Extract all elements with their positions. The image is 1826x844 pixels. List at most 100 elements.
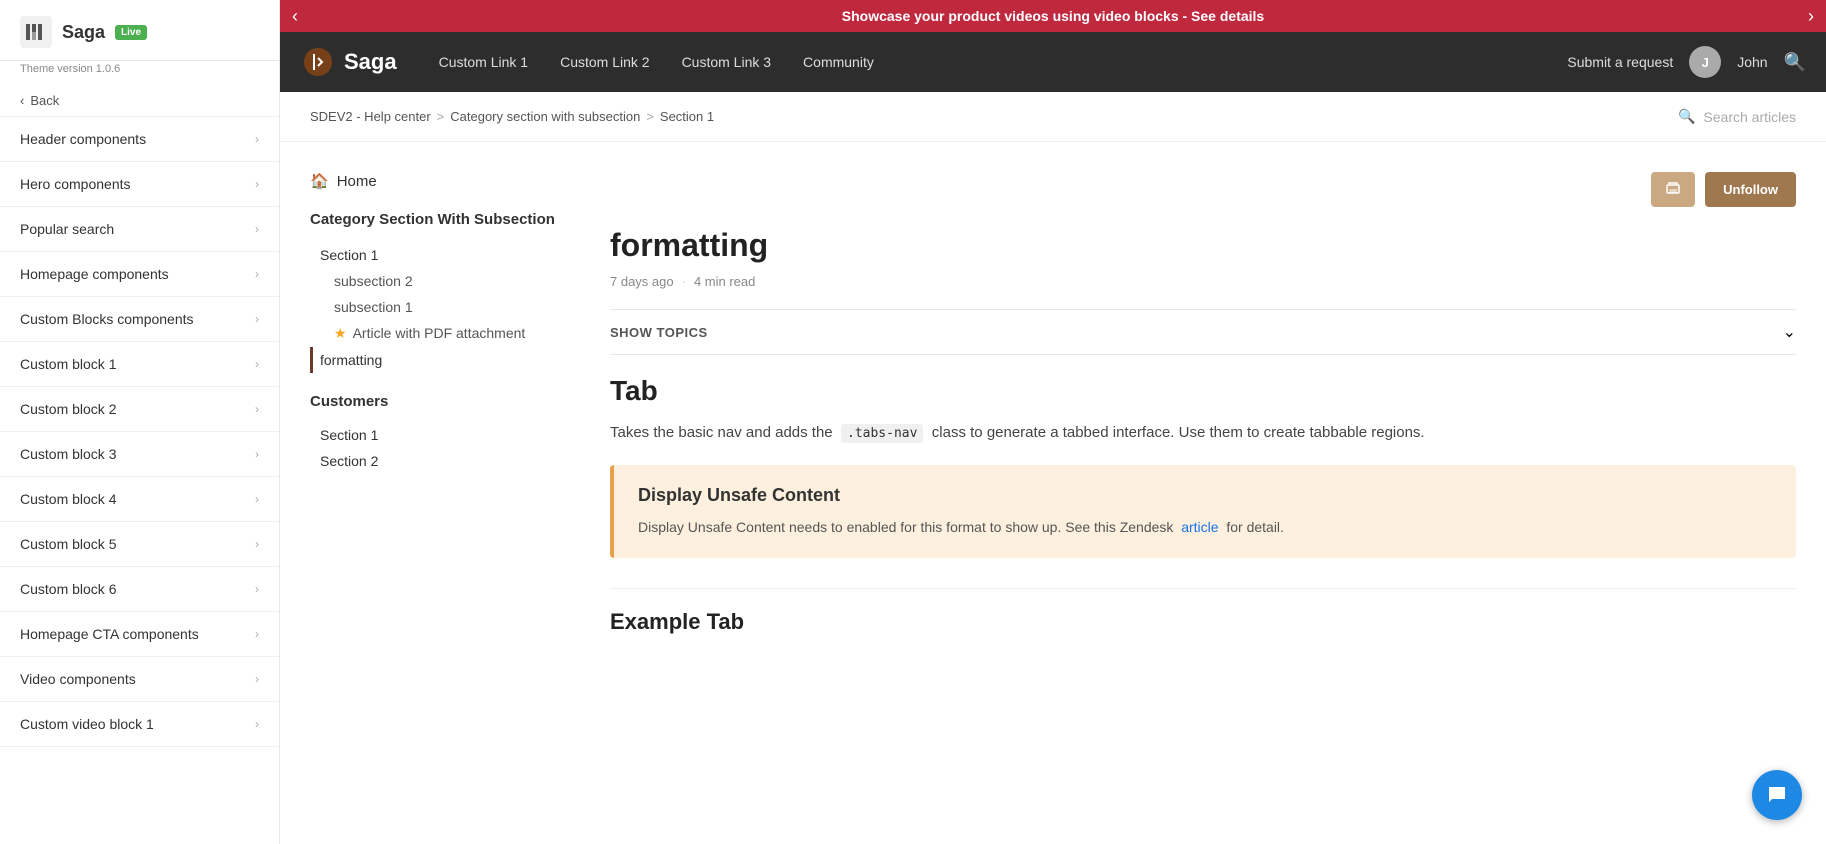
sidebar-live-badge: Live <box>115 25 147 40</box>
navbar-links: Custom Link 1 Custom Link 2 Custom Link … <box>425 46 1560 78</box>
sidebar-item-label: Header components <box>20 131 146 147</box>
content-layout: 🏠 Home Category Section With Subsection … <box>280 142 1826 665</box>
sidebar-item-custom-block-4[interactable]: Custom block 4 › <box>0 477 279 522</box>
chat-button[interactable] <box>1752 770 1802 820</box>
back-button[interactable]: ‹ Back <box>0 85 279 117</box>
show-topics-toggle[interactable]: SHOW TOPICS ⌄ <box>610 309 1796 355</box>
submit-request-link[interactable]: Submit a request <box>1567 54 1673 70</box>
sidebar-item-custom-block-1[interactable]: Custom block 1 › <box>0 342 279 387</box>
article-content: Unfollow formatting 7 days ago · 4 min r… <box>610 172 1796 635</box>
unfollow-button[interactable]: Unfollow <box>1705 172 1796 207</box>
sidebar-item-hero-components[interactable]: Hero components › <box>0 162 279 207</box>
home-link[interactable]: 🏠 Home <box>310 172 570 190</box>
navbar-link-custom-link-2[interactable]: Custom Link 2 <box>546 46 663 78</box>
sidebar-item-homepage-components[interactable]: Homepage components › <box>0 252 279 297</box>
print-button[interactable] <box>1651 172 1695 207</box>
home-label: Home <box>337 173 377 190</box>
tab-desc-text-1: Takes the basic nav and adds the <box>610 424 833 441</box>
back-label: Back <box>30 93 59 108</box>
breadcrumb-bar: SDEV2 - Help center > Category section w… <box>280 92 1826 142</box>
sidebar-item-label: Custom block 2 <box>20 401 116 417</box>
starred-article-label: Article with PDF attachment <box>353 325 526 341</box>
chevron-right-icon: › <box>255 222 259 236</box>
sidebar-item-custom-blocks-components[interactable]: Custom Blocks components › <box>0 297 279 342</box>
nav-item-customers-section-2[interactable]: Section 2 <box>310 448 570 474</box>
navbar-link-custom-link-1[interactable]: Custom Link 1 <box>425 46 542 78</box>
sidebar-item-label: Custom block 4 <box>20 491 116 507</box>
announcement-text: Showcase your product videos using video… <box>842 8 1264 24</box>
article-meta-dot: · <box>682 274 686 289</box>
breadcrumb-item-0[interactable]: SDEV2 - Help center <box>310 109 431 124</box>
article-time: 7 days ago <box>610 274 674 289</box>
breadcrumb-separator: > <box>437 109 445 124</box>
main-area: ‹ Showcase your product videos using vid… <box>280 0 1826 844</box>
search-icon: 🔍 <box>1678 108 1695 125</box>
chevron-right-icon: › <box>255 672 259 686</box>
sidebar-item-custom-video-block-1[interactable]: Custom video block 1 › <box>0 702 279 747</box>
article-read-time: 4 min read <box>694 274 755 289</box>
nav-item-customers-section-1[interactable]: Section 1 <box>310 422 570 448</box>
breadcrumb-item-1[interactable]: Category section with subsection <box>450 109 640 124</box>
customers-title: Customers <box>310 393 570 410</box>
chevron-right-icon: › <box>255 312 259 326</box>
sidebar-item-header-components[interactable]: Header components › <box>0 117 279 162</box>
sidebar-item-popular-search[interactable]: Popular search › <box>0 207 279 252</box>
sidebar-version: Theme version 1.0.6 <box>0 61 279 85</box>
section-title: Category Section With Subsection <box>310 210 570 230</box>
back-arrow-icon: ‹ <box>20 93 24 108</box>
navbar-link-custom-link-3[interactable]: Custom Link 3 <box>668 46 785 78</box>
printer-icon <box>1665 180 1681 196</box>
nav-subitem-subsection-1[interactable]: subsection 1 <box>310 294 570 320</box>
chevron-right-icon: › <box>255 492 259 506</box>
content-left-nav: 🏠 Home Category Section With Subsection … <box>310 172 570 635</box>
navbar: Saga Custom Link 1 Custom Link 2 Custom … <box>280 32 1826 92</box>
unsafe-content-title: Display Unsafe Content <box>638 485 1772 506</box>
unsafe-article-link[interactable]: article <box>1181 519 1218 535</box>
chevron-down-icon: ⌄ <box>1783 322 1796 342</box>
navbar-link-community[interactable]: Community <box>789 46 888 78</box>
sidebar-item-label: Custom block 1 <box>20 356 116 372</box>
sidebar: Saga Live Theme version 1.0.6 ‹ Back Hea… <box>0 0 280 844</box>
tab-section-title: Tab <box>610 375 1796 407</box>
sidebar-item-custom-block-3[interactable]: Custom block 3 › <box>0 432 279 477</box>
nav-subitem-subsection-2[interactable]: subsection 2 <box>310 268 570 294</box>
sidebar-item-label: Homepage components <box>20 266 169 282</box>
article-actions: Unfollow <box>610 172 1796 207</box>
chevron-right-icon: › <box>255 177 259 191</box>
breadcrumb-search[interactable]: 🔍 Search articles <box>1678 108 1796 125</box>
navbar-search-button[interactable]: 🔍 <box>1784 52 1806 73</box>
unsafe-text-2: for detail. <box>1226 519 1284 535</box>
star-icon: ★ <box>334 325 347 342</box>
nav-active-formatting[interactable]: formatting <box>310 347 570 373</box>
unsafe-content-box: Display Unsafe Content Display Unsafe Co… <box>610 465 1796 558</box>
sidebar-item-custom-block-6[interactable]: Custom block 6 › <box>0 567 279 612</box>
sidebar-item-label: Custom Blocks components <box>20 311 194 327</box>
navbar-right: Submit a request J John 🔍 <box>1567 46 1806 78</box>
user-avatar[interactable]: J <box>1689 46 1721 78</box>
sidebar-item-label: Homepage CTA components <box>20 626 199 642</box>
sidebar-item-label: Custom video block 1 <box>20 716 154 732</box>
sidebar-item-video-components[interactable]: Video components › <box>0 657 279 702</box>
article-area: SDEV2 - Help center > Category section w… <box>280 92 1826 844</box>
chevron-right-icon: › <box>255 132 259 146</box>
announcement-bar: ‹ Showcase your product videos using vid… <box>280 0 1826 32</box>
sidebar-item-custom-block-5[interactable]: Custom block 5 › <box>0 522 279 567</box>
chat-icon <box>1765 783 1789 807</box>
home-icon: 🏠 <box>310 172 329 190</box>
nav-starred-article[interactable]: ★ Article with PDF attachment <box>310 320 570 347</box>
nav-item-section-1[interactable]: Section 1 <box>310 242 570 268</box>
tab-desc-text-2: class to generate a tabbed interface. Us… <box>932 424 1425 441</box>
announcement-prev-button[interactable]: ‹ <box>280 6 310 27</box>
chevron-right-icon: › <box>255 582 259 596</box>
content-area: SDEV2 - Help center > Category section w… <box>280 92 1826 844</box>
announcement-next-button[interactable]: › <box>1796 6 1826 27</box>
chevron-right-icon: › <box>255 717 259 731</box>
sidebar-item-homepage-cta-components[interactable]: Homepage CTA components › <box>0 612 279 657</box>
sidebar-item-label: Popular search <box>20 221 114 237</box>
sidebar-item-custom-block-2[interactable]: Custom block 2 › <box>0 387 279 432</box>
unsafe-content-text: Display Unsafe Content needs to enabled … <box>638 516 1772 538</box>
unsafe-text-1: Display Unsafe Content needs to enabled … <box>638 519 1173 535</box>
chevron-right-icon: › <box>255 447 259 461</box>
navbar-logo: Saga <box>300 44 397 80</box>
sidebar-item-label: Hero components <box>20 176 131 192</box>
